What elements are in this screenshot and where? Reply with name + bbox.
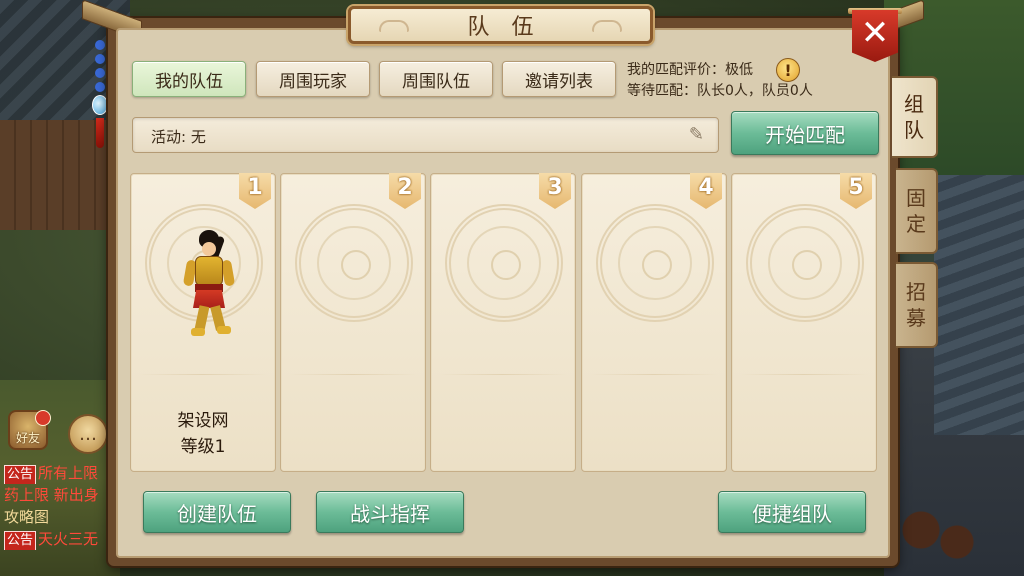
start-match-button[interactable]: 开始匹配 [731, 111, 879, 155]
emblem-icon [295, 204, 413, 322]
chat-feed[interactable]: 公告 所有上限 药上限 新出身 攻略图 公告 天火三无 [4, 462, 119, 550]
invite-list-button[interactable]: 邀请列表 [502, 61, 616, 97]
slot-number: 5 [840, 173, 872, 209]
chat-text: 攻略图 [4, 508, 50, 526]
close-button[interactable]: ✕ [852, 10, 898, 62]
notification-dot [35, 410, 51, 426]
emblem-icon [596, 204, 714, 322]
pots-decoration [894, 506, 984, 566]
activity-selector[interactable]: 活动: 无 ✎ [132, 117, 719, 153]
chat-line: 公告 天火三无 [4, 528, 119, 550]
announcement-tag: 公告 [4, 531, 37, 550]
chat-text: 药上限 新出身 [4, 486, 99, 504]
slot-number: 3 [539, 173, 571, 209]
battle-command-button[interactable]: 战斗指挥 [316, 491, 464, 533]
exclamation-icon[interactable]: ! [776, 58, 800, 82]
chat-line: 药上限 新出身 [4, 484, 119, 506]
emblem-icon [746, 204, 864, 322]
slot-divider [439, 374, 567, 375]
slot-divider [590, 374, 718, 375]
tab-recruit[interactable]: 招 募 [896, 262, 938, 348]
pencil-icon[interactable]: ✎ [689, 124, 704, 145]
match-waiting-text: 等待匹配：队长0人，队员0人 [627, 83, 813, 99]
tab-label: 队 [904, 118, 924, 142]
team-slot-empty[interactable]: 3 [430, 173, 576, 472]
chat-text: 所有上限 [38, 464, 99, 482]
team-slot-empty[interactable]: 2 [280, 173, 426, 472]
chat-bubble-icon[interactable]: … [68, 414, 108, 454]
create-team-button[interactable]: 创建队伍 [143, 491, 291, 533]
team-slot-empty[interactable]: 4 [581, 173, 727, 472]
team-slot-empty[interactable]: 5 [731, 173, 877, 472]
chat-line: 公告 所有上限 [4, 462, 119, 484]
team-slot[interactable]: 1 架设网 等级1 [130, 173, 276, 472]
character-sprite[interactable] [182, 230, 237, 340]
nearby-teams-button[interactable]: 周围队伍 [379, 61, 493, 97]
cloud-ornament-icon [592, 20, 622, 32]
title-plate: 队伍 [348, 6, 653, 44]
friends-label: 好友 [15, 431, 40, 445]
slot-divider [289, 374, 417, 375]
slot-number: 2 [389, 173, 421, 209]
emblem-icon [445, 204, 563, 322]
tab-team[interactable]: 组 队 [892, 76, 938, 158]
tab-fixed-team[interactable]: 固 定 [896, 168, 938, 254]
activity-label: 活动: 无 [151, 128, 206, 146]
slot-divider [139, 374, 267, 375]
nearby-players-button[interactable]: 周围玩家 [256, 61, 370, 97]
cloud-ornament-icon [379, 20, 409, 32]
tab-label: 定 [906, 212, 926, 236]
slot-divider [740, 374, 868, 375]
close-icon: ✕ [860, 13, 890, 53]
window-title: 队伍 [467, 15, 556, 40]
my-team-button[interactable]: 我的队伍 [132, 61, 246, 97]
member-name: 架设网 [177, 411, 229, 431]
tab-label: 固 [906, 186, 926, 210]
slot-number: 4 [690, 173, 722, 209]
chat-text: 天火三无 [38, 530, 99, 548]
jade-pendant-decoration [92, 40, 108, 150]
chat-line: 攻略图 [4, 506, 119, 528]
member-level: 等级1 [180, 437, 226, 457]
announcement-tag: 公告 [4, 465, 37, 484]
tab-label: 募 [906, 306, 926, 330]
slot-number: 1 [239, 173, 271, 209]
tab-label: 组 [904, 92, 924, 116]
quick-team-button[interactable]: 便捷组队 [718, 491, 866, 533]
tab-label: 招 [906, 280, 926, 304]
roof-right [934, 175, 1024, 435]
